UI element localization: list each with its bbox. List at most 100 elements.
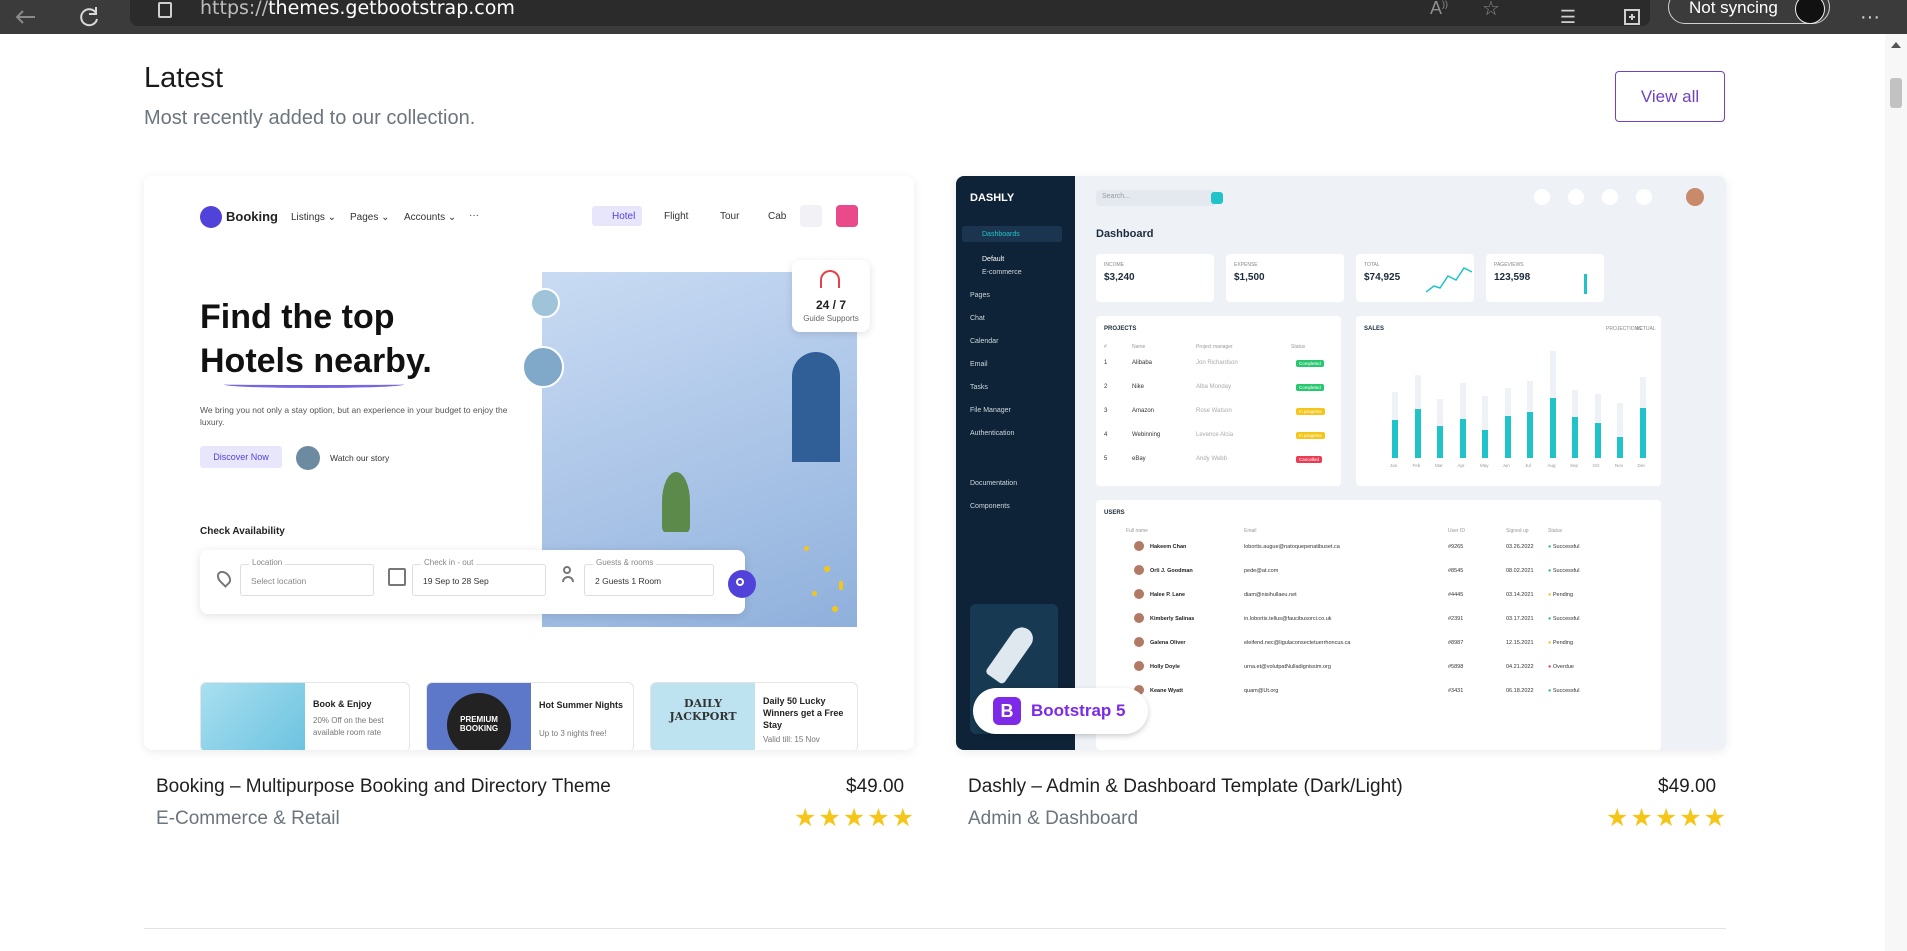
sales-title: SALES — [1364, 326, 1385, 332]
play-video-icon — [296, 446, 320, 470]
section-subtitle: Most recently added to our collection. — [144, 107, 476, 129]
dashly-search-icon — [1211, 192, 1223, 204]
read-aloud-icon[interactable]: A)) — [1430, 0, 1448, 19]
booking-nav-pages: Pages ⌄ — [350, 212, 390, 223]
collections-icon[interactable] — [1615, 0, 1645, 34]
sales-month-label: Dec — [1637, 463, 1646, 468]
address-bar[interactable]: https://themes.getbootstrap.com A)) ☆ — [130, 0, 1650, 26]
guests-field: Guests & rooms 2 Guests 1 Room — [584, 558, 714, 596]
sidebar-item-calendar: Calendar — [970, 338, 999, 345]
project-status-badge: In progress — [1296, 432, 1325, 439]
rating-stars-dashly: ★★★★★ — [1606, 804, 1729, 832]
promo-1-text: 20% Off on the best available room rate — [313, 716, 384, 737]
product-title-booking[interactable]: Booking – Multipurpose Booking and Direc… — [156, 776, 611, 798]
project-cell: Webinning — [1132, 432, 1161, 438]
plant-shape — [662, 472, 690, 532]
guests-icon — [562, 566, 574, 584]
user-cell: in.lobortis.tellus@faucibusorci.co.uk — [1244, 616, 1332, 622]
user-status: ● Overdue — [1548, 664, 1574, 670]
user-cell: eleifend.nec@ligulaconsectetuerrhoncus.c… — [1244, 640, 1351, 646]
user-avatar — [1134, 637, 1144, 647]
bootstrap-5-badge: B Bootstrap 5 — [973, 688, 1148, 734]
users-col-header: Full name — [1126, 528, 1148, 534]
sidebar-item-components: Components — [970, 503, 1010, 510]
promo-3-text: Valid till: 15 Nov — [763, 735, 820, 744]
promo-1-image — [201, 683, 305, 750]
product-category-booking[interactable]: E-Commerce & Retail — [156, 808, 340, 830]
headline-underline — [224, 381, 404, 388]
booking-nav-listings: Listings ⌄ — [291, 212, 337, 223]
sidebar-item-file-manager: File Manager — [970, 407, 1011, 414]
sales-actual-bar — [1504, 416, 1511, 458]
users-col-header: Email — [1244, 528, 1257, 534]
user-cell: 12.15.2021 — [1506, 640, 1534, 646]
url-host: themes.getbootstrap.com — [268, 0, 515, 19]
sales-month-label: May — [1480, 463, 1489, 468]
checkin-field: Check in - out 19 Sep to 28 Sep — [412, 558, 546, 596]
favorites-add-icon[interactable]: ☆ — [1482, 0, 1500, 21]
sales-month-label: Nov — [1615, 463, 1624, 468]
sales-month-label: Sep — [1570, 463, 1579, 468]
project-status-badge: Completed — [1296, 384, 1324, 391]
project-cell: 2 — [1104, 384, 1108, 390]
sales-actual-bar — [1572, 417, 1578, 458]
dashly-search: Search... — [1096, 190, 1216, 206]
projects-panel: PROJECTS # Name Project manager Status 1 Alib… — [1096, 316, 1341, 486]
sales-actual-bar — [1459, 418, 1466, 458]
stat-income-value: $3,240 — [1104, 272, 1135, 283]
guests-label: Guests & rooms — [593, 558, 657, 567]
user-cell: pede@at.com — [1244, 568, 1279, 574]
product-title-dashly[interactable]: Dashly – Admin & Dashboard Template (Dar… — [968, 776, 1403, 798]
scroll-up-icon[interactable] — [1891, 42, 1901, 48]
user-cell: lobortis.augue@natoquepenatibuset.ca — [1244, 544, 1340, 550]
sidebar-item-email: Email — [970, 361, 988, 368]
refresh-icon[interactable] — [74, 0, 104, 34]
page-info-icon[interactable] — [158, 2, 172, 18]
sync-button[interactable]: Not syncing — [1668, 0, 1830, 24]
hero-headline-1: Find the top — [200, 298, 395, 336]
sales-month-label: Oct — [1592, 463, 1600, 468]
dashly-theme-preview[interactable]: DASHLY Dashboards Default E-commerce Pag… — [956, 176, 1726, 750]
sidebar-item-documentation: Documentation — [970, 480, 1018, 487]
booking-user-avatar — [836, 205, 858, 227]
booking-theme-preview[interactable]: Booking Listings ⌄ Pages ⌄ Accounts ⌄ ··… — [144, 176, 914, 750]
more-menu-icon[interactable]: ··· — [1855, 0, 1885, 34]
sales-actual-bar — [1527, 411, 1533, 458]
view-all-button[interactable]: View all — [1615, 71, 1725, 122]
headset-icon — [820, 270, 840, 288]
project-cell: Jon Richardson — [1196, 360, 1238, 366]
sync-label: Not syncing — [1689, 0, 1778, 17]
user-cell: diam@nisihullaeu.net — [1244, 592, 1297, 598]
user-cell: #8987 — [1448, 640, 1464, 646]
sidebar-item-authentication: Authentication — [970, 430, 1015, 437]
page-scrollbar[interactable] — [1885, 34, 1907, 951]
promo-1-title: Book & Enjoy — [313, 699, 372, 709]
url-text[interactable]: https://themes.getbootstrap.com — [200, 0, 515, 19]
sidebar-item-pages: Pages — [970, 292, 990, 299]
hero-headline-2: Hotels nearby. — [200, 342, 432, 380]
product-category-dashly[interactable]: Admin & Dashboard — [968, 808, 1138, 830]
scrollbar-thumb[interactable] — [1890, 78, 1902, 108]
sales-legend-actual: ACTUAL — [1636, 326, 1656, 332]
user-cell: Halee P. Lane — [1150, 592, 1186, 598]
project-cell: Rose Watson — [1196, 408, 1232, 414]
booking-tab-flight: Flight — [664, 211, 689, 222]
back-icon[interactable] — [10, 0, 40, 34]
dashly-logo: DASHLY — [970, 192, 1015, 204]
user-cell: Keane Wyatt — [1150, 688, 1183, 694]
favorites-icon[interactable]: ☰ — [1553, 0, 1583, 34]
user-cell: #3431 — [1448, 688, 1464, 694]
promo-2-image: PREMIUM BOOKING — [427, 683, 531, 750]
sales-actual-bar — [1392, 419, 1398, 458]
sales-month-label: Jul — [1525, 463, 1531, 468]
sales-month-label: Mar — [1435, 463, 1443, 468]
bootstrap-icon: B — [993, 697, 1021, 725]
booking-logo-icon — [200, 206, 222, 228]
hero-avatar-2 — [522, 346, 564, 388]
sales-month-label: Jan — [1390, 463, 1398, 468]
projects-col-header: Status — [1291, 344, 1306, 350]
user-avatar — [1134, 661, 1144, 671]
project-status-badge: Cancelled — [1296, 456, 1323, 463]
discover-now-button: Discover Now — [200, 446, 282, 468]
dashly-header-icon-2 — [1568, 189, 1584, 205]
